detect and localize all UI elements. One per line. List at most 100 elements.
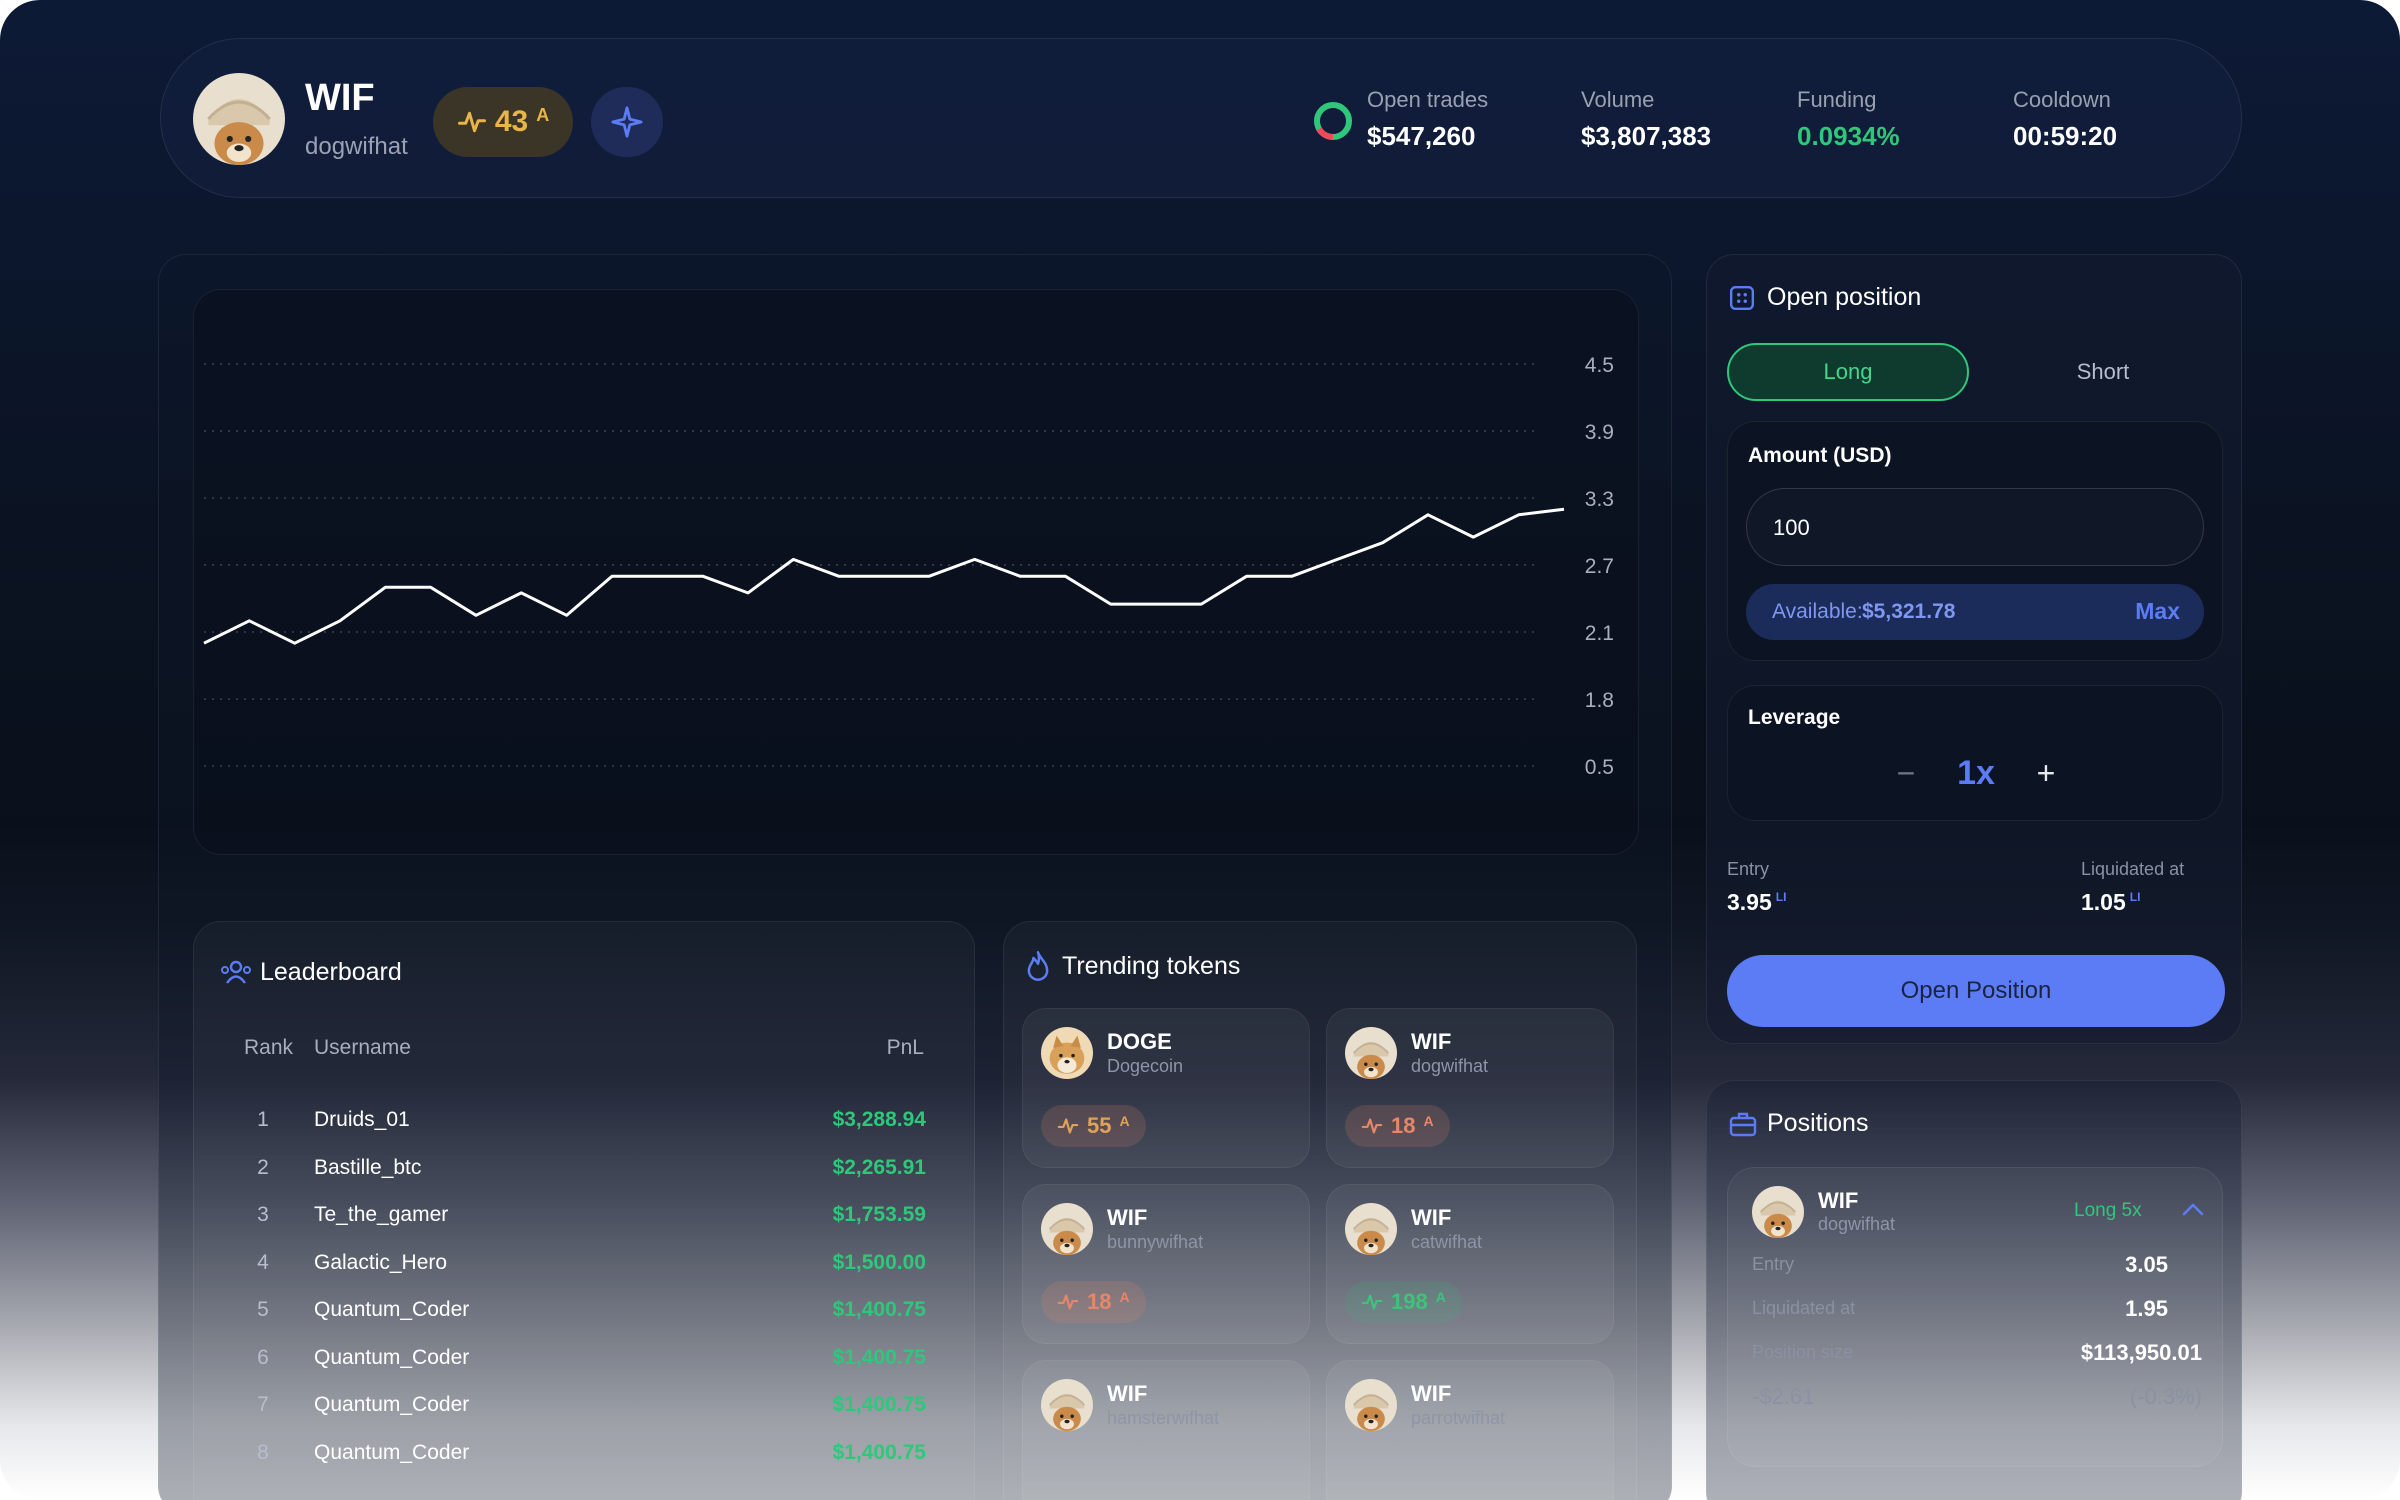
table-row[interactable]: 1 Druids_01 $3,288.94 bbox=[194, 1108, 976, 1154]
token-symbol: DOGE bbox=[1107, 1029, 1172, 1054]
trending-panel: Trending tokens DOGE Dogecoin 55 A WIF dogwif… bbox=[1003, 921, 1637, 1500]
trending-token-card[interactable]: WIF catwifhat 198 A bbox=[1326, 1184, 1614, 1344]
leaderboard-title: Leaderboard bbox=[260, 958, 402, 986]
y-tick-label: 3.9 bbox=[1585, 421, 1614, 444]
table-row[interactable]: 6 Quantum_Coder $1,400.75 bbox=[194, 1346, 976, 1392]
score-badge[interactable]: 43 A bbox=[433, 87, 573, 157]
stat-label-open-trades: Open trades bbox=[1367, 87, 1489, 112]
long-tab[interactable]: Long bbox=[1727, 343, 1969, 401]
pnl-cell: $2,265.91 bbox=[832, 1155, 926, 1179]
username-cell: Quantum_Coder bbox=[314, 1393, 470, 1416]
pulse-icon bbox=[1361, 1291, 1383, 1313]
rank-cell: 8 bbox=[257, 1440, 269, 1464]
liquidated-label: Liquidated at bbox=[2081, 859, 2185, 879]
trending-token-card[interactable]: WIF dogwifhat 18 A bbox=[1326, 1008, 1614, 1168]
max-button[interactable]: Max bbox=[2135, 598, 2180, 625]
leaderboard-panel: Leaderboard Rank Username PnL 1 Druids_01… bbox=[193, 921, 975, 1500]
token-avatar bbox=[1041, 1203, 1093, 1255]
y-tick-label: 2.1 bbox=[1585, 622, 1614, 645]
token-symbol: WIF bbox=[1107, 1381, 1148, 1406]
stat-value-funding: 0.0934% bbox=[1797, 121, 1900, 151]
amount-section: Amount (USD) 100 Available: $5,321.78 Ma… bbox=[1727, 421, 2223, 661]
token-grade: A bbox=[1119, 1113, 1130, 1129]
trending-token-card[interactable]: WIF hamsterwifhat bbox=[1022, 1360, 1310, 1500]
token-symbol: WIF bbox=[1411, 1205, 1452, 1230]
leverage-label: Leverage bbox=[1748, 706, 1841, 729]
entry-unit: LI bbox=[1775, 890, 1787, 905]
position-entry-value: 3.05 bbox=[2125, 1252, 2168, 1277]
token-score: 55 bbox=[1087, 1113, 1112, 1138]
table-row[interactable]: 2 Bastille_btc $2,265.91 bbox=[194, 1156, 976, 1202]
table-row[interactable]: 8 Quantum_Coder $1,400.75 bbox=[194, 1441, 976, 1487]
pnl-cell: $1,400.75 bbox=[832, 1345, 926, 1369]
trending-token-card[interactable]: WIF parrotwifhat bbox=[1326, 1360, 1614, 1500]
table-row[interactable]: 3 Te_the_gamer $1,753.59 bbox=[194, 1203, 976, 1249]
leverage-increase-button[interactable]: + bbox=[2028, 756, 2064, 792]
leverage-decrease-button[interactable]: − bbox=[1888, 756, 1924, 792]
y-tick-label: 1.8 bbox=[1585, 689, 1614, 712]
token-header: WIF dogwifhat 43 A Open trades $547,260 … bbox=[160, 38, 2242, 198]
rank-cell: 7 bbox=[257, 1393, 269, 1416]
table-row[interactable]: 5 Quantum_Coder $1,400.75 bbox=[194, 1298, 976, 1344]
username-cell: Galactic_Hero bbox=[314, 1250, 448, 1274]
main-panel: 4.5 3.9 3.3 2.7 2.1 1.8 0.5 Leaderboard Rank U… bbox=[158, 254, 1672, 1500]
rank-cell: 3 bbox=[257, 1203, 269, 1226]
trending-token-card[interactable]: WIF bunnywifhat 18 A bbox=[1022, 1184, 1310, 1344]
briefcase-icon bbox=[1729, 1112, 1757, 1137]
position-symbol: WIF bbox=[1818, 1188, 1859, 1213]
sparkle-button[interactable] bbox=[591, 87, 663, 157]
table-row[interactable]: 4 Galactic_Hero $1,500.00 bbox=[194, 1251, 976, 1297]
available-label: Available: bbox=[1772, 600, 1863, 623]
chart-svg: 4.5 3.9 3.3 2.7 2.1 1.8 0.5 bbox=[203, 354, 1614, 779]
token-score-badge: 18 A bbox=[1345, 1105, 1450, 1147]
grid-icon bbox=[1729, 285, 1755, 311]
username-cell: Quantum_Coder bbox=[314, 1440, 470, 1464]
open-position-button[interactable]: Open Position bbox=[1727, 955, 2225, 1027]
positions-title: Positions bbox=[1767, 1109, 1869, 1137]
position-entry-label: Entry bbox=[1752, 1254, 1795, 1274]
pnl-cell: $1,400.75 bbox=[832, 1298, 926, 1321]
token-symbol: WIF bbox=[1107, 1205, 1148, 1230]
column-header-rank: Rank bbox=[244, 1036, 294, 1059]
trending-token-card[interactable]: DOGE Dogecoin 55 A bbox=[1022, 1008, 1310, 1168]
token-score: 18 bbox=[1391, 1113, 1416, 1138]
token-grade: A bbox=[1423, 1113, 1434, 1129]
y-tick-label: 4.5 bbox=[1585, 354, 1614, 377]
position-card[interactable]: WIF dogwifhat Long 5x Entry 3.05 Liquida… bbox=[1727, 1167, 2223, 1467]
liquidated-unit: LI bbox=[2129, 890, 2141, 905]
username-cell: Bastille_btc bbox=[314, 1155, 422, 1179]
pnl-cell: $1,500.00 bbox=[832, 1250, 926, 1274]
liquidated-value: 1.05 LI bbox=[2081, 889, 2141, 915]
column-header-username: Username bbox=[314, 1036, 411, 1059]
entry-label: Entry bbox=[1727, 859, 1770, 879]
position-pnl-value: -$2.61 bbox=[1752, 1384, 1815, 1409]
trending-title: Trending tokens bbox=[1062, 952, 1241, 980]
stat-value-open-trades: $547,260 bbox=[1367, 121, 1476, 151]
score-value: 43 bbox=[494, 105, 529, 138]
rank-cell: 5 bbox=[257, 1298, 269, 1321]
token-grade: A bbox=[1435, 1289, 1446, 1305]
username-cell: Quantum_Coder bbox=[314, 1345, 470, 1369]
token-name: parrotwifhat bbox=[1411, 1408, 1506, 1428]
table-row[interactable]: 7 Quantum_Coder $1,400.75 bbox=[194, 1393, 976, 1439]
rank-cell: 2 bbox=[257, 1155, 269, 1179]
column-header-pnl: PnL bbox=[886, 1036, 924, 1059]
position-size-label: Position size bbox=[1752, 1342, 1854, 1362]
leaderboard-rows: 1 Druids_01 $3,288.94 2 Bastille_btc $2,265.9… bbox=[194, 1108, 976, 1500]
short-tab[interactable]: Short bbox=[1983, 343, 2223, 401]
amount-input[interactable]: 100 bbox=[1746, 488, 2204, 566]
chevron-up-icon[interactable] bbox=[2180, 1198, 2206, 1220]
token-name: hamsterwifhat bbox=[1107, 1408, 1220, 1428]
rank-cell: 4 bbox=[257, 1250, 269, 1274]
token-score-badge: 55 A bbox=[1041, 1105, 1146, 1147]
positions-panel: Positions WIF dogwifhat Long 5x Entry 3.… bbox=[1706, 1080, 2242, 1500]
stat-value-volume: $3,807,383 bbox=[1581, 121, 1712, 151]
pulse-icon bbox=[457, 107, 487, 137]
username-cell: Quantum_Coder bbox=[314, 1298, 470, 1321]
amount-value: 100 bbox=[1773, 515, 1810, 540]
rank-cell: 1 bbox=[257, 1108, 269, 1131]
y-tick-label: 3.3 bbox=[1585, 488, 1614, 511]
available-value: $5,321.78 bbox=[1862, 600, 1956, 623]
pnl-cell: $1,400.75 bbox=[832, 1393, 926, 1416]
open-position-title: Open position bbox=[1767, 283, 1922, 311]
